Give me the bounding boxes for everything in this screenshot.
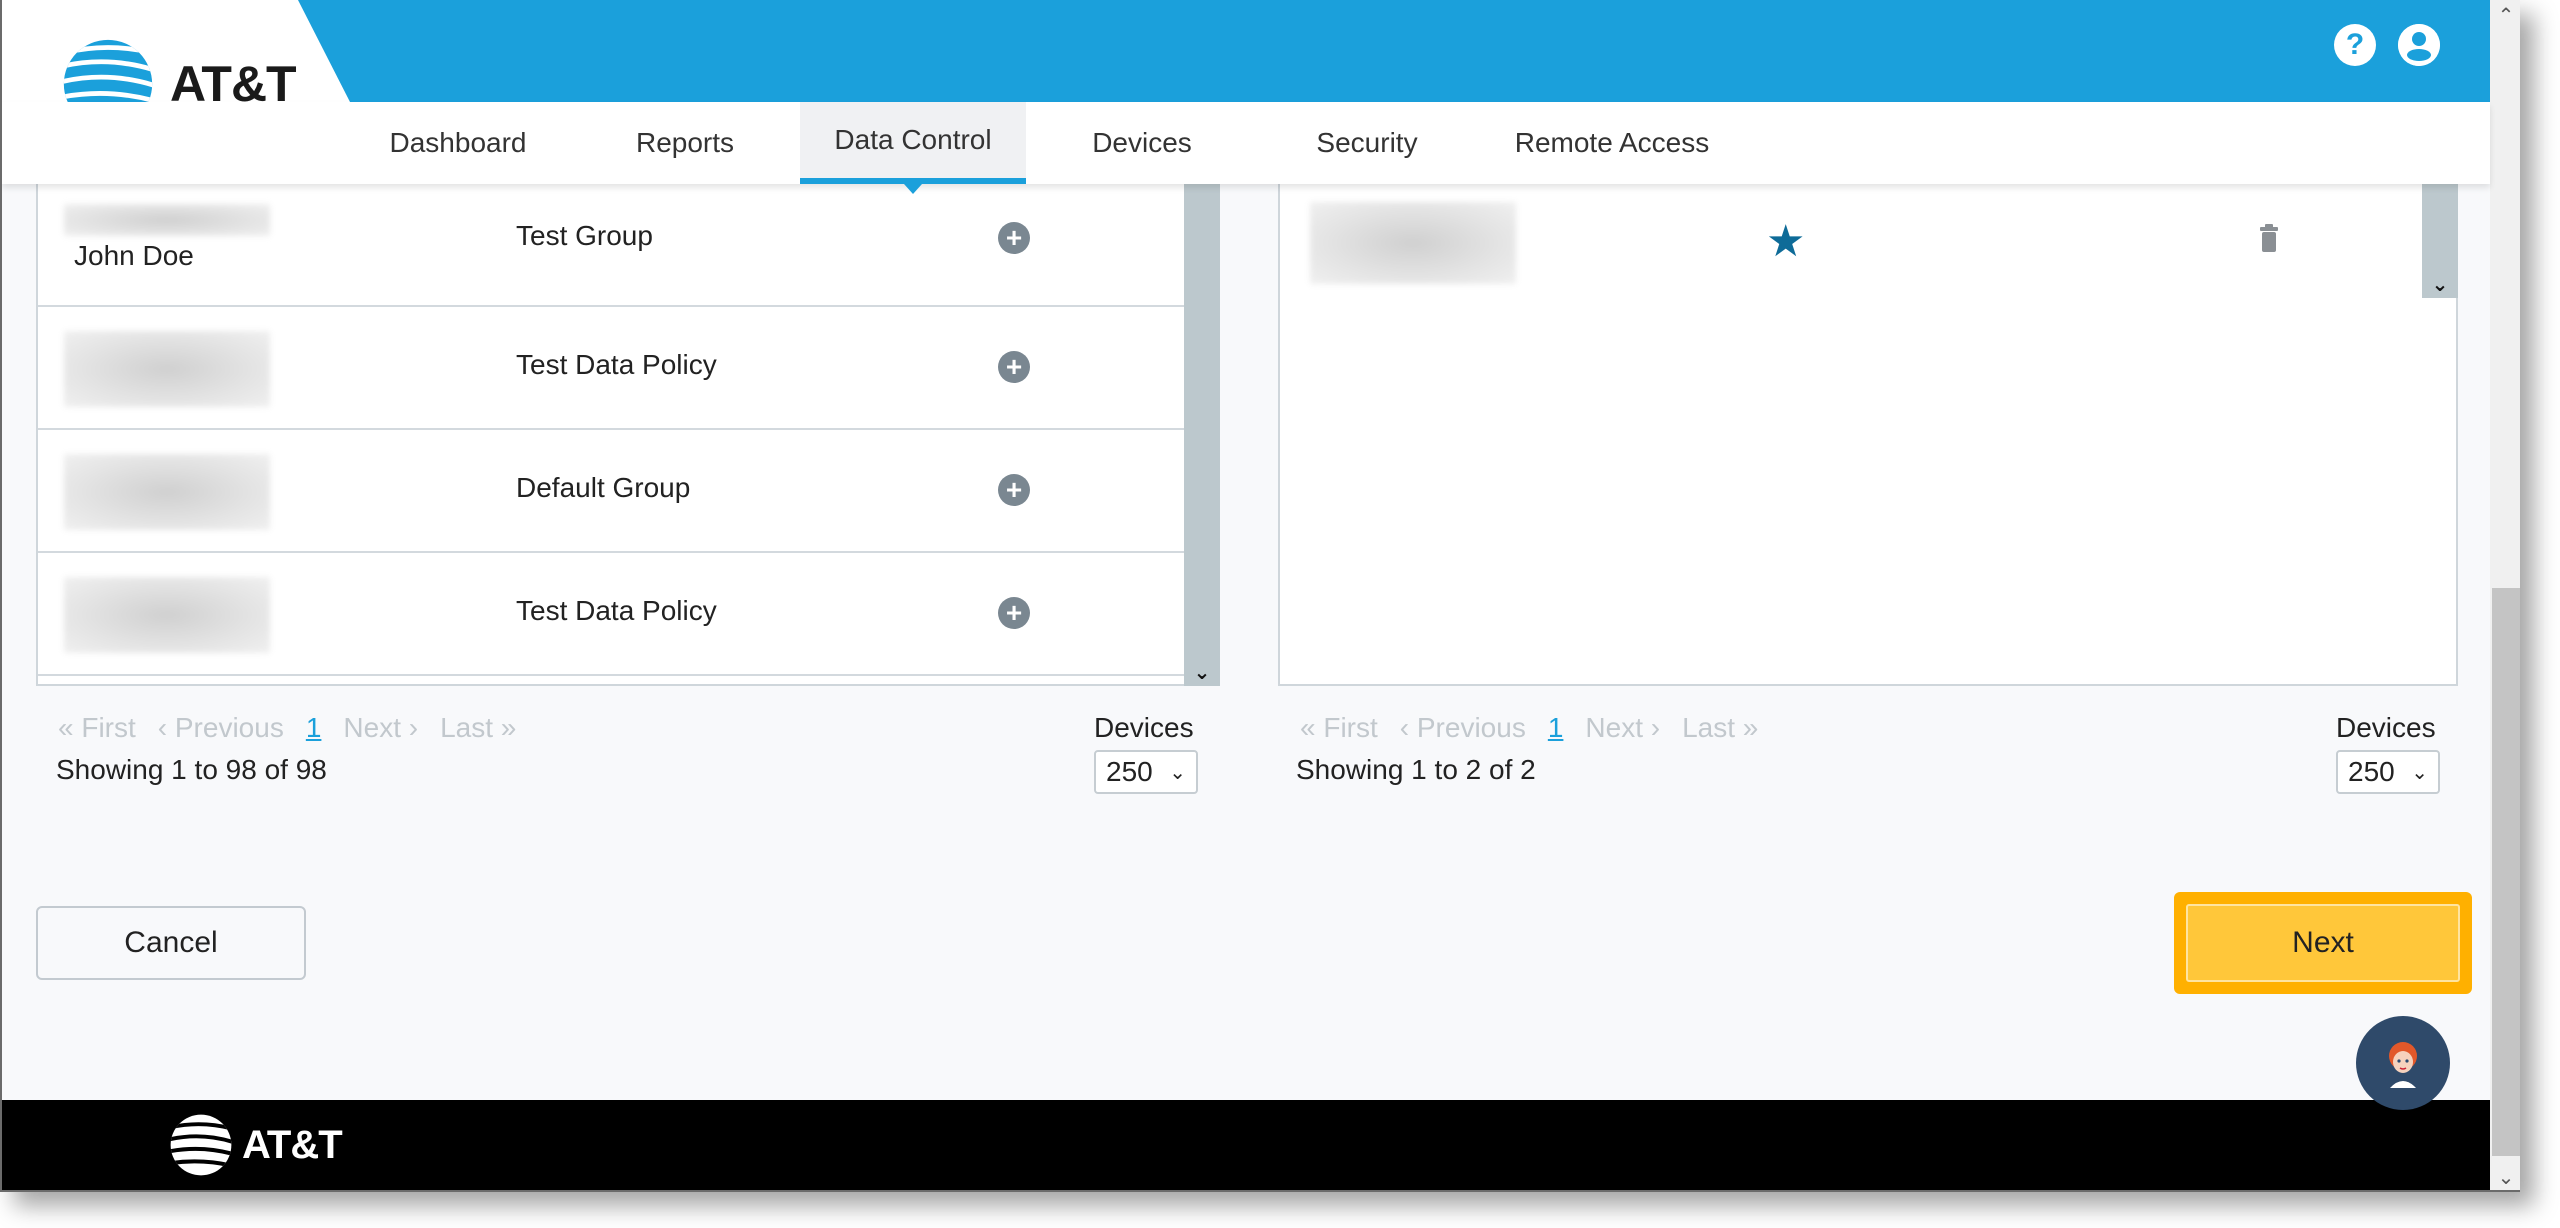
nav-dashboard[interactable]: Dashboard — [360, 102, 556, 184]
page-scrollbar[interactable]: ⌃ ⌄ — [2490, 0, 2520, 1190]
left-per-page-label: Devices — [1094, 712, 1194, 743]
list-item: John Doe Test Group + — [38, 184, 1184, 307]
previous-page-link[interactable]: ‹ Previous — [158, 712, 284, 744]
next-page-link[interactable]: Next › — [343, 712, 418, 744]
chevron-down-icon: ⌄ — [1169, 761, 1186, 784]
list-scrollbar[interactable]: ⌄ — [2422, 184, 2458, 298]
left-showing-count: Showing 1 to 98 of 98 — [56, 754, 327, 785]
footer: AT&T — [2, 1100, 2490, 1190]
list-item: Default Group + — [38, 430, 1184, 553]
assistant-avatar-icon — [2389, 1042, 2417, 1088]
last-page-link[interactable]: Last » — [440, 712, 516, 744]
chevron-down-icon: ⌄ — [2411, 761, 2428, 784]
left-pagination: « First ‹ Previous 1 Next › Last » — [58, 712, 516, 744]
right-showing-count: Showing 1 to 2 of 2 — [1296, 754, 1536, 785]
redacted-field — [64, 454, 270, 530]
right-pagination: « First ‹ Previous 1 Next › Last » — [1300, 712, 1758, 744]
user-circle-icon — [2398, 24, 2440, 66]
add-device-icon[interactable]: + — [998, 351, 1030, 383]
page-content: AT&T ? Dashboard Reports Data Control De… — [2, 0, 2490, 1190]
left-per-page-select[interactable]: 250 ⌄ — [1094, 750, 1198, 794]
list-scrollbar[interactable]: ⌄ — [1184, 184, 1220, 686]
device-group: Test Data Policy — [516, 349, 717, 380]
browser-window: AT&T ? Dashboard Reports Data Control De… — [0, 0, 2520, 1192]
main-nav: Dashboard Reports Data Control Devices S… — [2, 102, 2490, 194]
last-page-link[interactable]: Last » — [1682, 712, 1758, 744]
right-per-page-select[interactable]: 250 ⌄ — [2336, 750, 2440, 794]
nav-security[interactable]: Security — [1292, 102, 1442, 184]
first-page-link[interactable]: « First — [58, 712, 136, 744]
chevron-down-icon[interactable]: ⌄ — [2422, 270, 2458, 298]
att-globe-icon — [170, 1114, 232, 1176]
scroll-up-icon[interactable]: ⌃ — [2490, 0, 2520, 30]
device-group: Default Group — [516, 472, 691, 503]
per-page-value: 250 — [1106, 756, 1153, 787]
list-item: Test Data Policy + — [38, 553, 1184, 676]
redacted-field — [64, 204, 270, 236]
list-item: Test Data Policy + — [38, 307, 1184, 430]
available-devices-list: John Doe Test Group + Test Data Policy +… — [36, 184, 1220, 686]
per-page-value: 250 — [2348, 756, 2395, 787]
nav-remote-access[interactable]: Remote Access — [1502, 102, 1722, 184]
scroll-down-icon[interactable]: ⌄ — [2490, 1162, 2520, 1190]
right-per-page-label: Devices — [2336, 712, 2436, 743]
selected-devices-list: ⌄ — [1278, 184, 2458, 686]
chevron-down-icon[interactable]: ⌄ — [1184, 658, 1220, 686]
star-icon[interactable]: ★ — [1766, 216, 1805, 267]
scrollbar-thumb[interactable] — [2492, 588, 2520, 1156]
add-device-icon[interactable]: + — [998, 222, 1030, 254]
add-device-icon[interactable]: + — [998, 597, 1030, 629]
device-owner: John Doe — [74, 240, 194, 271]
current-page-link[interactable]: 1 — [1548, 712, 1564, 744]
footer-logo-text: AT&T — [242, 1122, 343, 1167]
nav-devices[interactable]: Devices — [1062, 102, 1222, 184]
previous-page-link[interactable]: ‹ Previous — [1400, 712, 1526, 744]
chat-assistant-button[interactable] — [2356, 1016, 2450, 1110]
redacted-field — [1310, 202, 1516, 284]
next-button-label: Next — [2186, 904, 2460, 982]
help-icon[interactable]: ? — [2334, 24, 2376, 66]
next-page-link[interactable]: Next › — [1585, 712, 1660, 744]
next-button[interactable]: Next — [2174, 892, 2472, 994]
footer-logo[interactable]: AT&T — [168, 1112, 343, 1178]
first-page-link[interactable]: « First — [1300, 712, 1378, 744]
cancel-button[interactable]: Cancel — [36, 906, 306, 980]
user-account-icon[interactable] — [2398, 24, 2440, 66]
header-banner — [298, 0, 2490, 102]
trash-icon[interactable] — [2258, 224, 2280, 252]
redacted-field — [64, 577, 270, 653]
nav-data-control[interactable]: Data Control — [800, 102, 1026, 194]
nav-reports[interactable]: Reports — [614, 102, 756, 184]
add-device-icon[interactable]: + — [998, 474, 1030, 506]
current-page-link[interactable]: 1 — [306, 712, 322, 744]
device-group: Test Data Policy — [516, 595, 717, 626]
header: AT&T ? — [2, 0, 2490, 129]
redacted-field — [64, 331, 270, 407]
device-group: Test Group — [516, 220, 653, 251]
